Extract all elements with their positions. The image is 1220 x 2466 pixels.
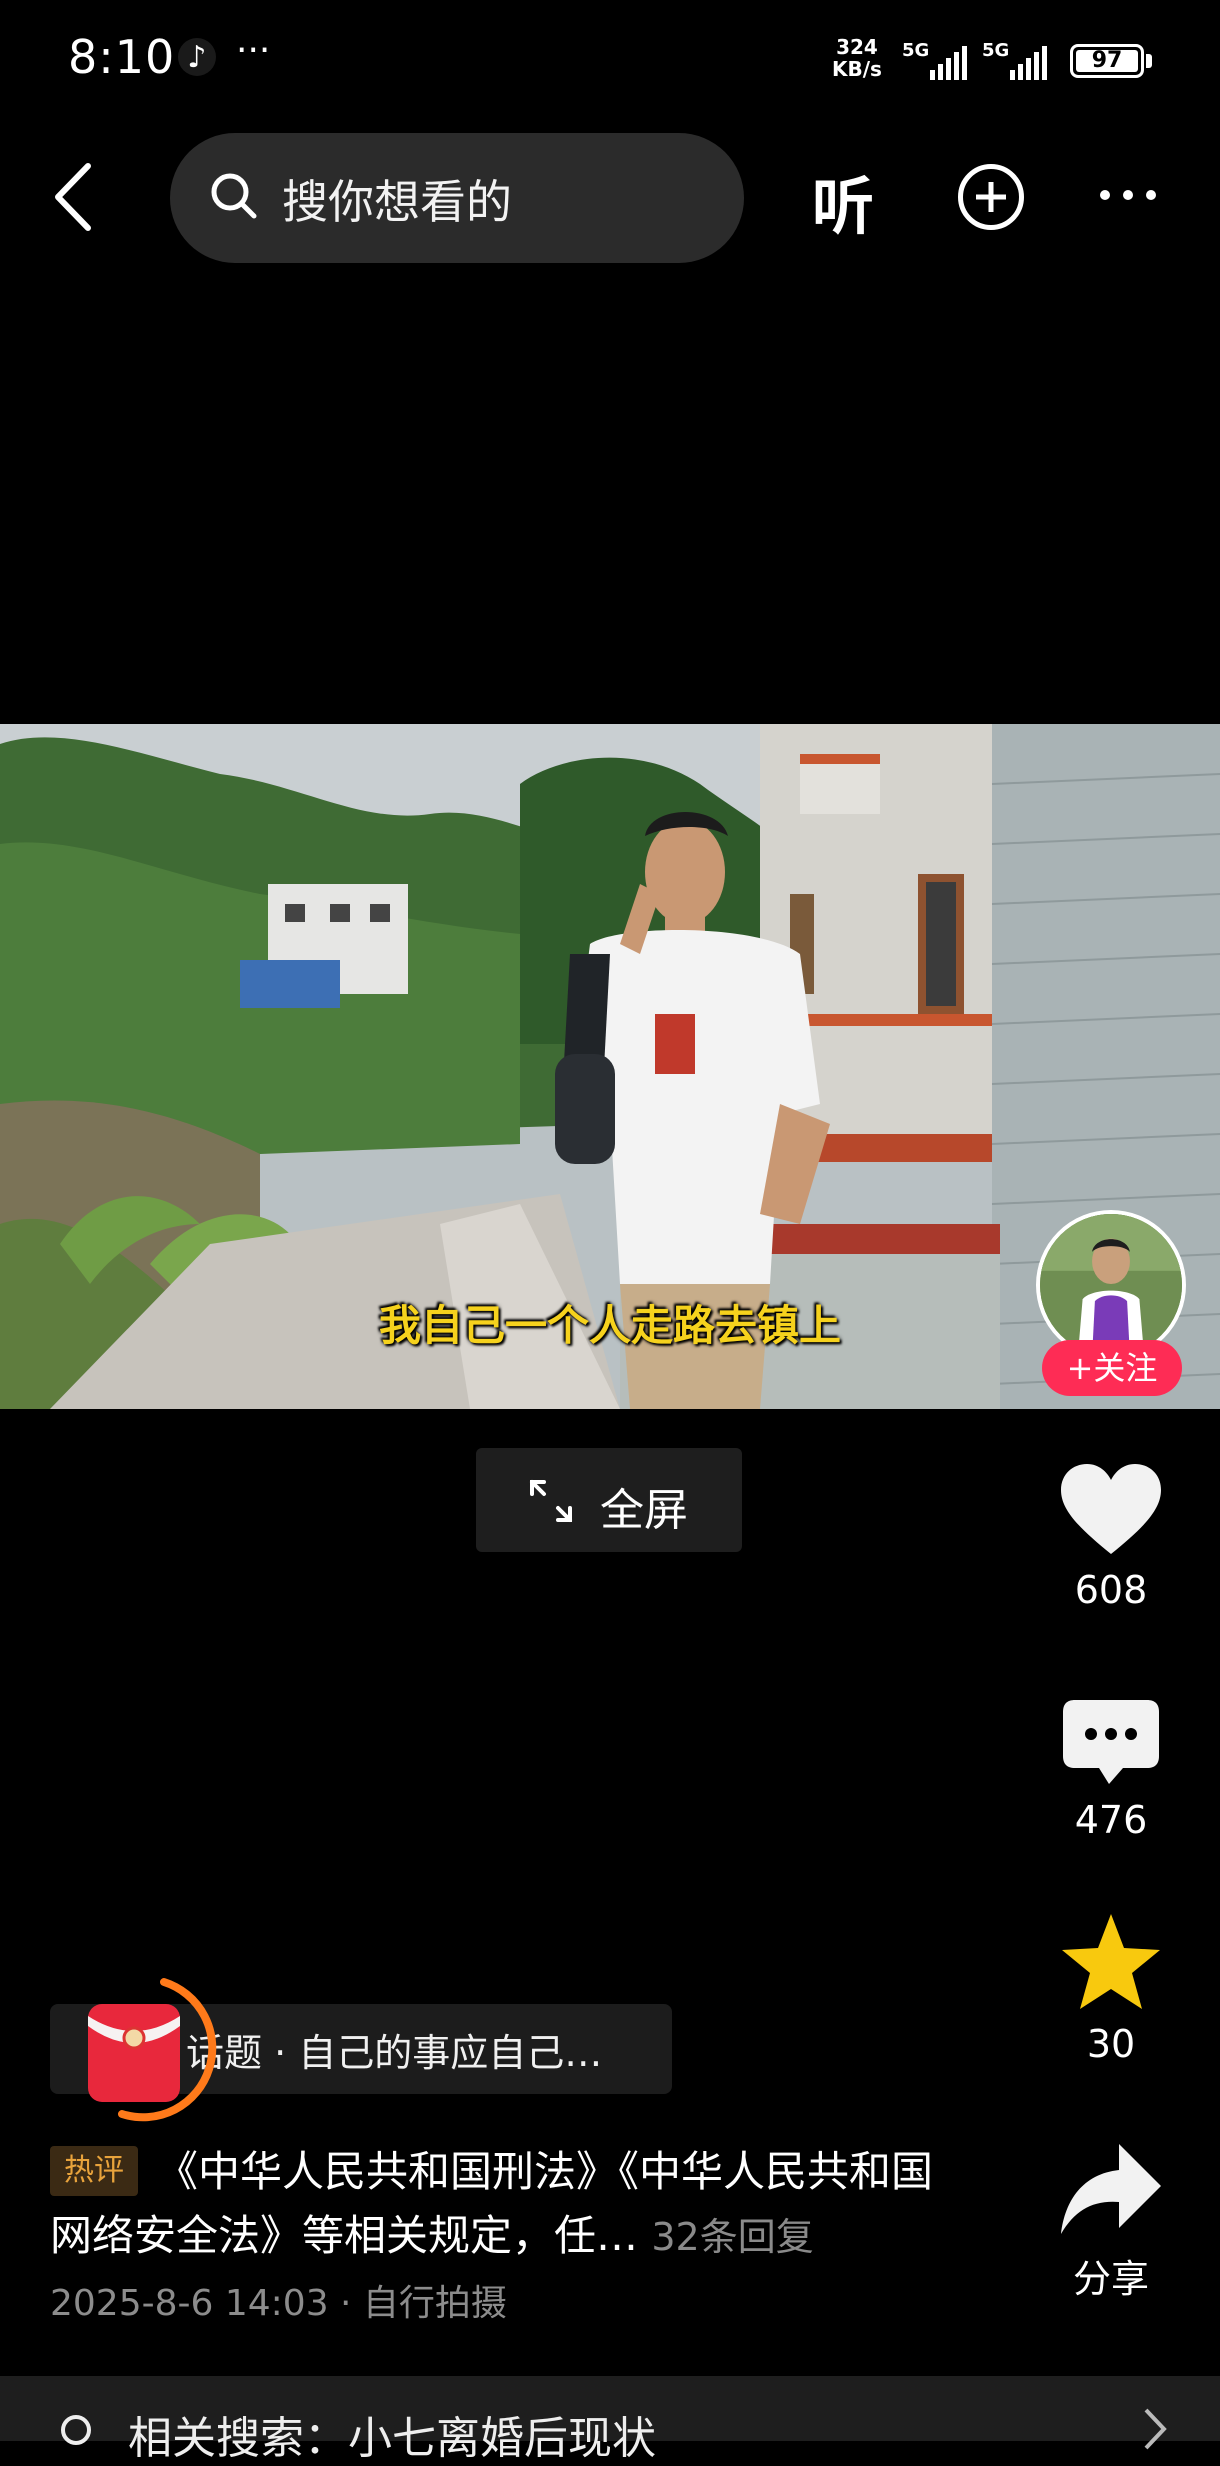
add-plus-icon[interactable]	[958, 164, 1024, 230]
signal-icon: 5G	[902, 40, 978, 82]
network-speed-value: 324	[836, 35, 878, 59]
back-arrow-icon[interactable]	[52, 162, 96, 232]
post-meta: 2025-8-6 14:03 · 自行拍摄	[50, 2283, 507, 2324]
battery-level: 97	[1091, 48, 1123, 73]
reply-count[interactable]: 32条回复	[651, 2215, 813, 2259]
comment-button[interactable]: 476	[1046, 1698, 1176, 1842]
creator-avatar[interactable]	[1036, 1210, 1186, 1360]
like-count: 608	[1074, 1568, 1148, 1612]
hot-comment[interactable]: 《中华人民共和国刑法》《中华人民共和国网络安全法》等相关规定，任… 32条回复	[50, 2140, 950, 2269]
favorite-count: 30	[1086, 2022, 1136, 2066]
signal-2-label: 5G	[982, 40, 1010, 61]
listen-button[interactable]: 听	[812, 156, 874, 246]
related-search-text[interactable]: 相关搜索：小七离婚后现状	[128, 2402, 656, 2466]
search-icon	[211, 173, 257, 219]
share-button[interactable]: 分享	[1046, 2140, 1176, 2303]
battery-icon: 97	[1070, 44, 1144, 78]
network-speed: 324 KB/s	[832, 36, 882, 80]
comment-icon	[1063, 1700, 1159, 1784]
like-button[interactable]: 608	[1046, 1462, 1176, 1612]
fullscreen-label: 全屏	[600, 1485, 688, 1536]
favorite-button[interactable]: 30	[1046, 1912, 1176, 2066]
follow-button[interactable]: +关注	[1042, 1340, 1182, 1396]
signal-icon: 5G	[982, 40, 1058, 82]
fullscreen-button[interactable]: 全屏	[476, 1448, 742, 1552]
signal-1-label: 5G	[902, 40, 930, 61]
comment-count: 476	[1074, 1798, 1148, 1842]
red-packet-icon[interactable]	[78, 1976, 228, 2126]
battery-tip	[1146, 54, 1152, 68]
share-arrow-icon	[1061, 2144, 1161, 2234]
star-icon	[1062, 1914, 1160, 2009]
network-speed-unit: KB/s	[832, 57, 882, 81]
expand-icon	[530, 1480, 572, 1522]
more-options-icon[interactable]	[1100, 190, 1156, 200]
search-placeholder[interactable]: 搜你想看的	[282, 166, 512, 232]
chevron-right-icon[interactable]	[1140, 2404, 1170, 2454]
tiktok-notification-icon: ♪	[178, 38, 216, 76]
status-time: 8:10	[68, 30, 176, 84]
heart-icon	[1061, 1464, 1161, 1554]
search-icon	[61, 2415, 91, 2445]
share-label: 分享	[1072, 2257, 1149, 2301]
more-notifications-icon: ···	[236, 30, 271, 71]
topic-label[interactable]: 话题 · 自己的事应自己…	[186, 2022, 602, 2077]
